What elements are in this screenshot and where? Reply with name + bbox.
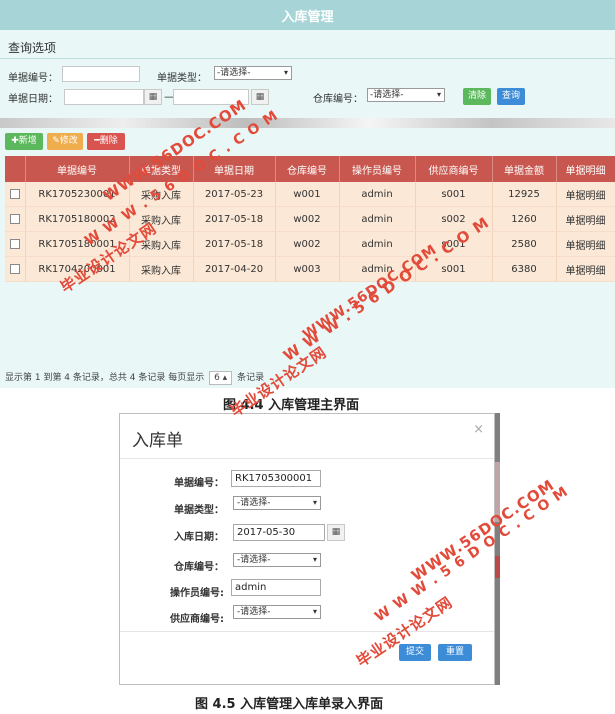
warehouse-label: 仓库编号： xyxy=(174,562,224,573)
doc-no-field[interactable]: RK1705300001 xyxy=(231,470,321,487)
doc-type-label: 单据类型： xyxy=(157,73,207,84)
supplier-select[interactable]: -请选择- ▾ xyxy=(233,605,321,619)
chevron-down-icon: ▾ xyxy=(312,498,317,507)
warehouse-select[interactable]: -请选择- ▾ xyxy=(233,553,321,567)
clear-button[interactable]: 清除 xyxy=(463,88,491,105)
column-header[interactable]: 单据明细 xyxy=(556,156,615,182)
close-icon[interactable]: × xyxy=(473,422,484,437)
chevron-down-icon: ▾ xyxy=(436,90,441,99)
doc-no-label: 单据编号： xyxy=(174,478,224,489)
column-header[interactable]: 单据编号 xyxy=(25,156,130,182)
page-size-select[interactable]: 6 ▴ xyxy=(209,371,233,385)
calendar-icon[interactable]: ▦ xyxy=(144,89,162,105)
column-header[interactable]: 操作员编号 xyxy=(339,156,416,182)
doc-type-label: 单据类型： xyxy=(174,505,224,516)
figure-caption: 图 4.5 入库管理入库单录入界面 xyxy=(195,697,384,712)
table-cell: 6380 xyxy=(492,256,557,282)
table-cell: 12925 xyxy=(492,182,557,207)
doc-date-label: 单据日期： xyxy=(8,94,58,105)
table-cell: 2580 xyxy=(492,231,557,257)
divider xyxy=(0,58,615,59)
chevron-down-icon: ▾ xyxy=(312,607,317,616)
table-cell: w002 xyxy=(275,206,340,232)
edit-button[interactable]: ✎修改 xyxy=(47,133,83,150)
start-date-input[interactable] xyxy=(64,89,144,105)
divider xyxy=(120,631,494,632)
column-header[interactable]: 仓库编号 xyxy=(275,156,340,182)
table-cell: admin xyxy=(339,182,416,207)
doc-no-input[interactable] xyxy=(62,66,140,82)
add-button[interactable]: ✚新增 xyxy=(5,133,43,150)
column-header[interactable]: 供应商编号 xyxy=(415,156,493,182)
table-cell: 2017-05-18 xyxy=(193,231,276,257)
row-checkbox[interactable] xyxy=(9,188,20,199)
page-title: 入库管理 xyxy=(0,0,615,30)
reset-button[interactable]: 重置 xyxy=(438,644,472,661)
calendar-icon[interactable]: ▦ xyxy=(327,524,345,541)
background-strip xyxy=(0,118,615,128)
operator-label: 操作员编号: xyxy=(170,588,224,599)
pagination-info: 显示第 1 到第 4 条记录，总共 4 条记录 每页显示 6 ▴ 条记录 xyxy=(5,371,265,385)
doc-type-select[interactable]: -请选择- ▾ xyxy=(214,66,292,80)
supplier-label: 供应商编号: xyxy=(170,614,224,625)
row-checkbox[interactable] xyxy=(9,213,20,224)
table-cell: 2017-05-18 xyxy=(193,206,276,232)
table-cell: w003 xyxy=(275,256,340,282)
dialog-title: 入库单 xyxy=(132,431,183,451)
table-cell: w002 xyxy=(275,231,340,257)
table-cell: admin xyxy=(339,231,416,257)
warehouse-select[interactable]: -请选择- ▾ xyxy=(367,88,445,102)
delete-button[interactable]: ━删除 xyxy=(87,133,125,150)
chevron-down-icon: ▾ xyxy=(283,68,288,77)
in-date-label: 入库日期： xyxy=(174,532,224,543)
operator-field[interactable]: admin xyxy=(231,579,321,596)
query-options-title: 查询选项 xyxy=(8,41,57,55)
chevron-down-icon: ▾ xyxy=(312,555,317,564)
table-cell: s001 xyxy=(415,182,493,207)
search-button[interactable]: 查询 xyxy=(497,88,525,105)
row-checkbox[interactable] xyxy=(9,238,20,249)
detail-link[interactable]: 单据明细 xyxy=(556,206,615,232)
table-row[interactable]: RK1705230001 采购入库 2017-05-23 w001 admin … xyxy=(5,182,615,207)
in-date-field[interactable]: 2017-05-30 xyxy=(233,524,325,541)
calendar-icon[interactable]: ▦ xyxy=(251,89,269,105)
table-cell: 1260 xyxy=(492,206,557,232)
detail-link[interactable]: 单据明细 xyxy=(556,256,615,282)
column-header[interactable]: 单据金额 xyxy=(492,156,557,182)
table-cell: admin xyxy=(339,206,416,232)
table-header-row: 单据编号 单据类型 单据日期 仓库编号 操作员编号 供应商编号 单据金额 单据明… xyxy=(5,156,615,182)
table-cell: 2017-05-23 xyxy=(193,182,276,207)
detail-link[interactable]: 单据明细 xyxy=(556,231,615,257)
divider xyxy=(120,458,494,459)
detail-link[interactable]: 单据明细 xyxy=(556,182,615,207)
row-checkbox[interactable] xyxy=(9,263,20,274)
warehouse-label: 仓库编号： xyxy=(313,94,363,105)
table-cell: 2017-04-20 xyxy=(193,256,276,282)
doc-type-select[interactable]: -请选择- ▾ xyxy=(233,496,321,510)
submit-button[interactable]: 提交 xyxy=(399,644,431,661)
table-cell: w001 xyxy=(275,182,340,207)
select-all-header xyxy=(5,156,26,182)
table-cell: 采购入库 xyxy=(129,256,194,282)
doc-no-label: 单据编号： xyxy=(8,73,58,84)
